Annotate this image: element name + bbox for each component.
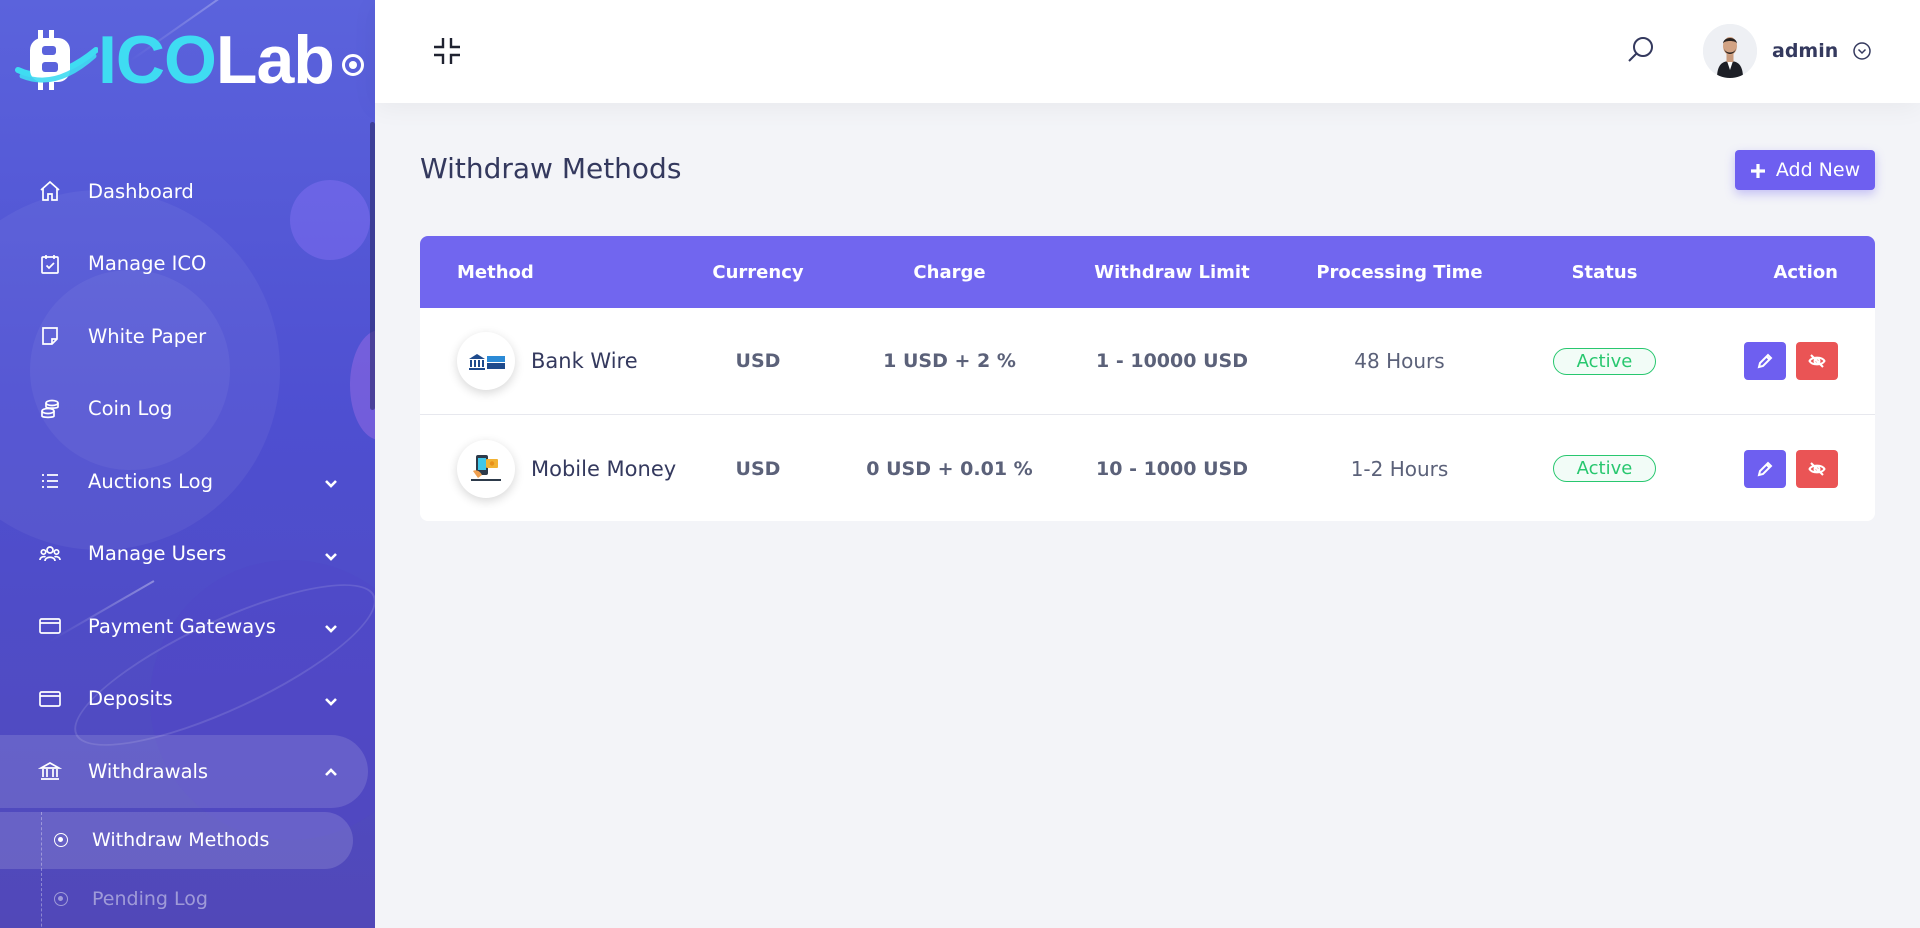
sidebar-subitem-withdraw-methods[interactable]: Withdraw Methods bbox=[0, 811, 353, 869]
withdrawals-submenu: Withdraw Methods Pending Log bbox=[0, 811, 375, 928]
page-title: Withdraw Methods bbox=[420, 152, 682, 185]
column-header-charge: Charge bbox=[913, 261, 986, 283]
sidebar-subitem-label: Withdraw Methods bbox=[92, 829, 270, 851]
sidebar-item-label: Auctions Log bbox=[88, 469, 213, 493]
sidebar-item-label: Manage Users bbox=[88, 542, 227, 566]
chevron-down-icon bbox=[323, 546, 339, 562]
credit-card-icon bbox=[36, 612, 64, 640]
collapse-fullscreen-button[interactable] bbox=[431, 35, 463, 67]
sidebar-item-auctions-log[interactable]: Auctions Log bbox=[0, 445, 375, 518]
avatar bbox=[1703, 24, 1757, 78]
action-cell bbox=[1693, 342, 1875, 380]
sidebar-item-label: Manage ICO bbox=[88, 252, 207, 276]
brand-target-icon bbox=[341, 53, 364, 76]
table-row: Mobile Money USD 0 USD + 0.01 % 10 - 100… bbox=[420, 415, 1875, 521]
sidebar-item-payment-gateways[interactable]: Payment Gateways bbox=[0, 590, 375, 663]
status-cell: Active bbox=[1516, 347, 1693, 375]
chevron-down-circle-icon bbox=[1852, 41, 1872, 61]
eye-slash-icon bbox=[1808, 354, 1826, 368]
chevron-up-icon bbox=[323, 763, 339, 779]
edit-button[interactable] bbox=[1744, 342, 1786, 380]
charge-cell: 1 USD + 2 % bbox=[883, 350, 1016, 372]
status-badge: Active bbox=[1553, 347, 1656, 375]
charge-cell: 0 USD + 0.01 % bbox=[866, 457, 1033, 480]
sidebar-subitem-pending-log[interactable]: Pending Log bbox=[0, 871, 375, 928]
sidebar-item-manage-ico[interactable]: Manage ICO bbox=[0, 228, 375, 301]
table-header: Method Currency Charge Withdraw Limit Pr… bbox=[420, 236, 1875, 308]
pencil-icon bbox=[1757, 461, 1773, 476]
sidebar-item-withdrawals[interactable]: Withdrawals bbox=[0, 735, 368, 808]
sidebar-subitem-label: Pending Log bbox=[92, 888, 208, 910]
credit-card-icon bbox=[36, 685, 64, 713]
method-cell: Mobile Money bbox=[420, 439, 678, 498]
note-icon bbox=[36, 322, 64, 350]
column-header-status: Status bbox=[1571, 261, 1638, 283]
action-cell bbox=[1693, 449, 1875, 488]
edit-button[interactable] bbox=[1744, 449, 1786, 488]
user-name: admin bbox=[1772, 40, 1839, 62]
radio-dot-icon bbox=[54, 892, 68, 906]
sidebar-item-label: Deposits bbox=[88, 687, 173, 711]
column-header-currency: Currency bbox=[712, 261, 804, 283]
withdraw-limit-cell: 10 - 1000 USD bbox=[1096, 457, 1248, 480]
radio-dot-icon bbox=[54, 833, 68, 847]
method-cell: Bank Wire bbox=[420, 332, 678, 390]
column-header-action: Action bbox=[1773, 261, 1838, 283]
mobile-money-logo-icon bbox=[457, 439, 515, 498]
sidebar-item-label: Dashboard bbox=[88, 179, 194, 203]
currency-cell: USD bbox=[735, 457, 781, 480]
add-new-label: Add New bbox=[1775, 159, 1861, 181]
sidebar-item-white-paper[interactable]: White Paper bbox=[0, 300, 375, 373]
sidebar-nav: Dashboard Manage ICO White Paper Coin Lo… bbox=[0, 155, 375, 928]
withdraw-limit-cell: 1 - 10000 USD bbox=[1096, 350, 1248, 372]
sidebar-item-coin-log[interactable]: Coin Log bbox=[0, 373, 375, 446]
method-name: Bank Wire bbox=[531, 349, 638, 373]
sidebar-item-dashboard[interactable]: Dashboard bbox=[0, 155, 375, 228]
search-icon bbox=[1628, 37, 1653, 62]
search-button[interactable] bbox=[1625, 34, 1659, 68]
calendar-check-icon bbox=[36, 250, 64, 278]
processing-time-cell: 48 Hours bbox=[1354, 349, 1445, 373]
status-cell: Active bbox=[1516, 455, 1693, 482]
sidebar-item-label: Coin Log bbox=[88, 397, 173, 421]
method-name: Mobile Money bbox=[531, 456, 677, 481]
disable-button[interactable] bbox=[1796, 449, 1838, 488]
chevron-down-icon bbox=[323, 691, 339, 707]
column-header-processing-time: Processing Time bbox=[1316, 261, 1483, 283]
brand-name-lab: Lab bbox=[215, 21, 335, 98]
column-header-method: Method bbox=[457, 261, 534, 283]
sidebar-item-label: Payment Gateways bbox=[88, 614, 276, 638]
home-icon bbox=[36, 177, 64, 205]
sidebar-item-label: White Paper bbox=[88, 324, 207, 348]
users-icon bbox=[36, 540, 64, 568]
chevron-down-icon bbox=[323, 473, 339, 489]
bank-icon bbox=[36, 757, 64, 785]
sidebar-item-label: Withdrawals bbox=[88, 759, 209, 783]
sidebar-item-manage-users[interactable]: Manage Users bbox=[0, 518, 375, 591]
brand-name-ico: ICO bbox=[98, 21, 217, 98]
add-new-button[interactable]: Add New bbox=[1735, 150, 1875, 190]
topbar: admin bbox=[375, 0, 1920, 103]
table-row: Bank Wire USD 1 USD + 2 % 1 - 10000 USD … bbox=[420, 308, 1875, 415]
sidebar-item-deposits[interactable]: Deposits bbox=[0, 663, 375, 736]
disable-button[interactable] bbox=[1796, 342, 1838, 380]
brand-name: ICO Lab bbox=[98, 26, 364, 94]
coins-icon bbox=[36, 395, 64, 423]
plus-icon bbox=[1750, 162, 1766, 178]
column-header-withdraw-limit: Withdraw Limit bbox=[1094, 261, 1250, 283]
chevron-down-icon bbox=[323, 618, 339, 634]
processing-time-cell: 1-2 Hours bbox=[1350, 456, 1449, 481]
sidebar: ICOLab Dashboard Manage ICO White Paper bbox=[0, 0, 375, 928]
pencil-icon bbox=[1757, 353, 1773, 369]
brand-logo[interactable]: ICO Lab bbox=[12, 22, 364, 97]
withdraw-methods-table: Method Currency Charge Withdraw Limit Pr… bbox=[420, 236, 1875, 521]
eye-slash-icon bbox=[1808, 461, 1826, 476]
status-badge: Active bbox=[1553, 455, 1656, 482]
collapse-icon bbox=[434, 38, 460, 64]
bitcoin-logo-icon bbox=[12, 24, 99, 96]
user-menu[interactable]: admin bbox=[1703, 24, 1872, 78]
currency-cell: USD bbox=[735, 350, 781, 372]
bank-wire-logo-icon bbox=[457, 332, 515, 390]
list-icon bbox=[36, 467, 64, 495]
